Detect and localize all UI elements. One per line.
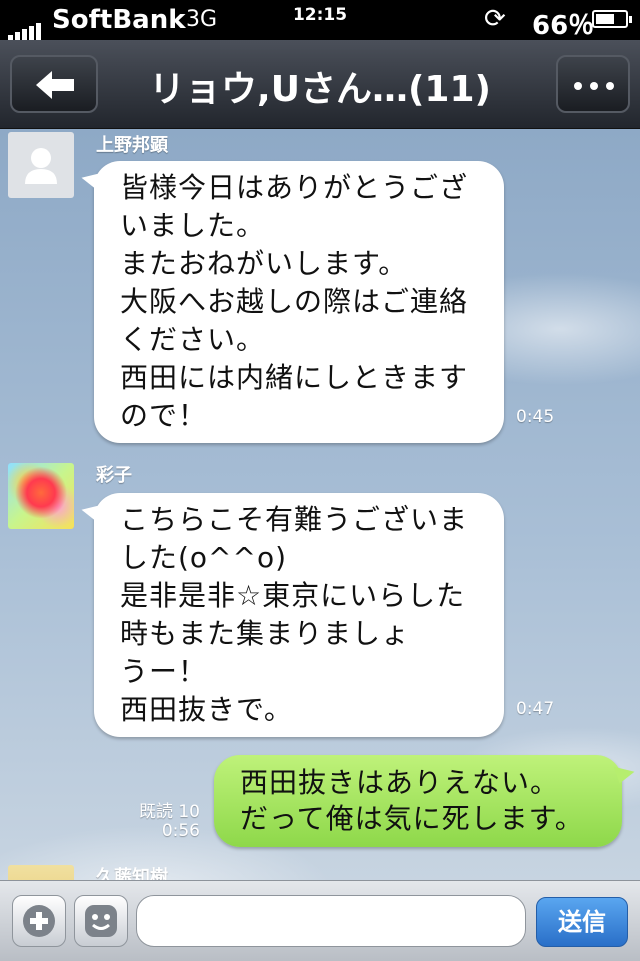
message-line: 西田には内緒にしときます [120, 361, 469, 394]
plus-icon [23, 905, 55, 937]
send-button[interactable]: 送信 [536, 897, 628, 947]
message-bubble[interactable]: 皆様今日はありがとうござ いました。 またおねがいします。 大阪へお越しの際はご… [94, 161, 504, 443]
back-arrow-icon [36, 71, 74, 99]
message-line: いました。 [120, 209, 266, 242]
message-line: またおねがいします。 [120, 247, 408, 280]
rotation-lock-icon: ⟳ [484, 4, 506, 34]
message-line: した(o^^o) [120, 541, 288, 574]
back-button[interactable] [10, 55, 98, 113]
message-line: ので！ [120, 399, 208, 432]
message-bubble[interactable]: こちらこそ有難うございま した(o^^o) 是非是非☆東京にいらした 時もまた集… [94, 493, 504, 737]
avatar[interactable] [8, 132, 74, 198]
message-time: 0:45 [516, 407, 555, 427]
add-button[interactable] [12, 895, 66, 947]
default-user-icon [25, 148, 57, 184]
battery-icon [592, 10, 632, 28]
message-time: 0:47 [516, 699, 555, 719]
battery-percent: 66％ [532, 11, 595, 41]
message-line: 西田抜きはありえない。 [240, 766, 560, 799]
my-message-bubble[interactable]: 西田抜きはありえない。 だって俺は気に死します。 [214, 755, 622, 847]
message-line: 皆様今日はありがとうござ [120, 171, 469, 204]
sender-name: 久藤知樹 [96, 867, 168, 880]
message-line: 西田抜きで。 [120, 693, 293, 726]
input-bar: 送信 [0, 880, 640, 961]
sender-name: 上野邦顕 [96, 135, 168, 156]
sender-name: 彩子 [96, 465, 132, 486]
navigation-bar: リョウ,Uさん…(11) [0, 40, 640, 129]
status-bar: SoftBank 3G 12:15 ⟳ 66％ [0, 0, 640, 41]
message-line: うー！ [120, 655, 208, 688]
message-line: 時もまた集まりましょ [120, 617, 411, 650]
message-line: 大阪へお越しの際はご連絡 [120, 285, 469, 318]
avatar[interactable] [8, 865, 74, 880]
smiley-icon [85, 905, 117, 937]
message-line: 是非是非☆東京にいらした [120, 579, 466, 612]
read-receipt: 既読 10 [138, 802, 200, 822]
chat-title: リョウ,Uさん…(11) [149, 69, 491, 110]
message-line: ください。 [120, 323, 266, 356]
message-line: だって俺は気に死します。 [240, 802, 584, 835]
avatar[interactable] [8, 463, 74, 529]
message-time: 0:56 [161, 821, 200, 841]
message-input[interactable] [136, 895, 526, 947]
chat-area[interactable]: 上野邦顕 皆様今日はありがとうござ いました。 またおねがいします。 大阪へお越… [0, 129, 640, 880]
message-line: こちらこそ有難うございま [120, 503, 469, 536]
more-button[interactable] [556, 55, 630, 113]
sticker-button[interactable] [74, 895, 128, 947]
